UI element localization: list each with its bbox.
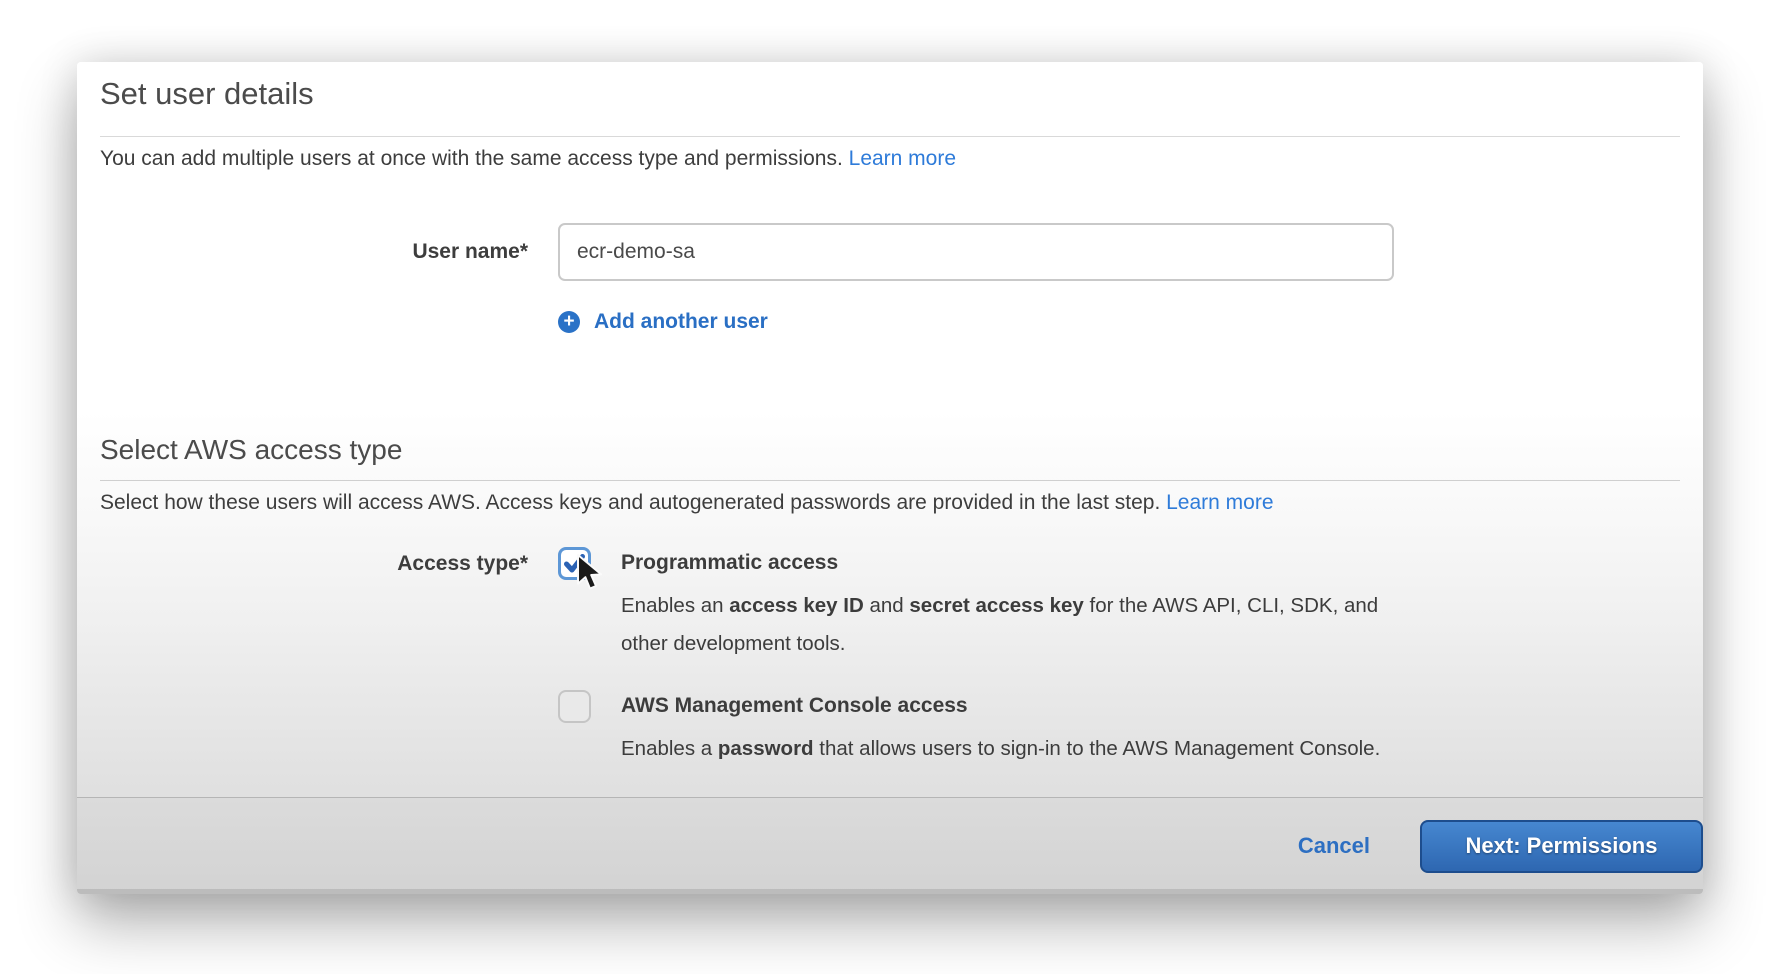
learn-more-link-access[interactable]: Learn more [1166,491,1273,514]
programmatic-access-description: Enables an access key ID and secret acce… [621,587,1401,663]
console-access-checkbox[interactable] [558,690,591,723]
add-another-user-link[interactable]: + Add another user [558,310,768,334]
plus-icon: + [558,311,580,333]
learn-more-link-users[interactable]: Learn more [849,147,956,170]
user-details-header: Set user details [100,62,1680,137]
programmatic-access-checkbox[interactable] [558,547,591,580]
access-type-intro: Select how these users will access AWS. … [100,491,1680,515]
username-field-wrap [558,223,1394,281]
next-permissions-button[interactable]: Next: Permissions [1420,820,1703,873]
wizard-footer: Cancel Next: Permissions [77,797,1703,894]
user-details-intro-text: You can add multiple users at once with … [100,147,843,170]
access-type-title: Select AWS access type [100,434,1680,466]
username-input[interactable] [558,223,1394,281]
user-details-intro: You can add multiple users at once with … [100,147,1680,171]
check-icon [562,551,587,576]
programmatic-access-body: Programmatic access Enables an access ke… [621,547,1401,663]
username-label: User name* [100,240,528,264]
cancel-button[interactable]: Cancel [1298,833,1370,859]
access-type-row: Access type* Programmatic access Enables… [100,547,1680,768]
console-access-description: Enables a password that allows users to … [621,730,1401,768]
access-type-header: Select AWS access type [100,434,1680,480]
console-access-title[interactable]: AWS Management Console access [621,690,1401,718]
add-another-user-label: Add another user [594,310,768,334]
wizard-content: Set user details You can add multiple us… [77,62,1703,768]
page-title: Set user details [100,75,1680,112]
programmatic-access-option: Programmatic access Enables an access ke… [558,547,1401,663]
access-options: Programmatic access Enables an access ke… [558,547,1401,768]
console-access-option: AWS Management Console access Enables a … [558,690,1401,768]
username-row: User name* [100,223,1680,281]
access-type-label: Access type* [100,547,528,580]
add-user-wizard-card: Set user details You can add multiple us… [77,62,1703,894]
console-access-body: AWS Management Console access Enables a … [621,690,1401,768]
access-type-intro-text: Select how these users will access AWS. … [100,491,1160,514]
programmatic-access-title[interactable]: Programmatic access [621,547,1401,575]
